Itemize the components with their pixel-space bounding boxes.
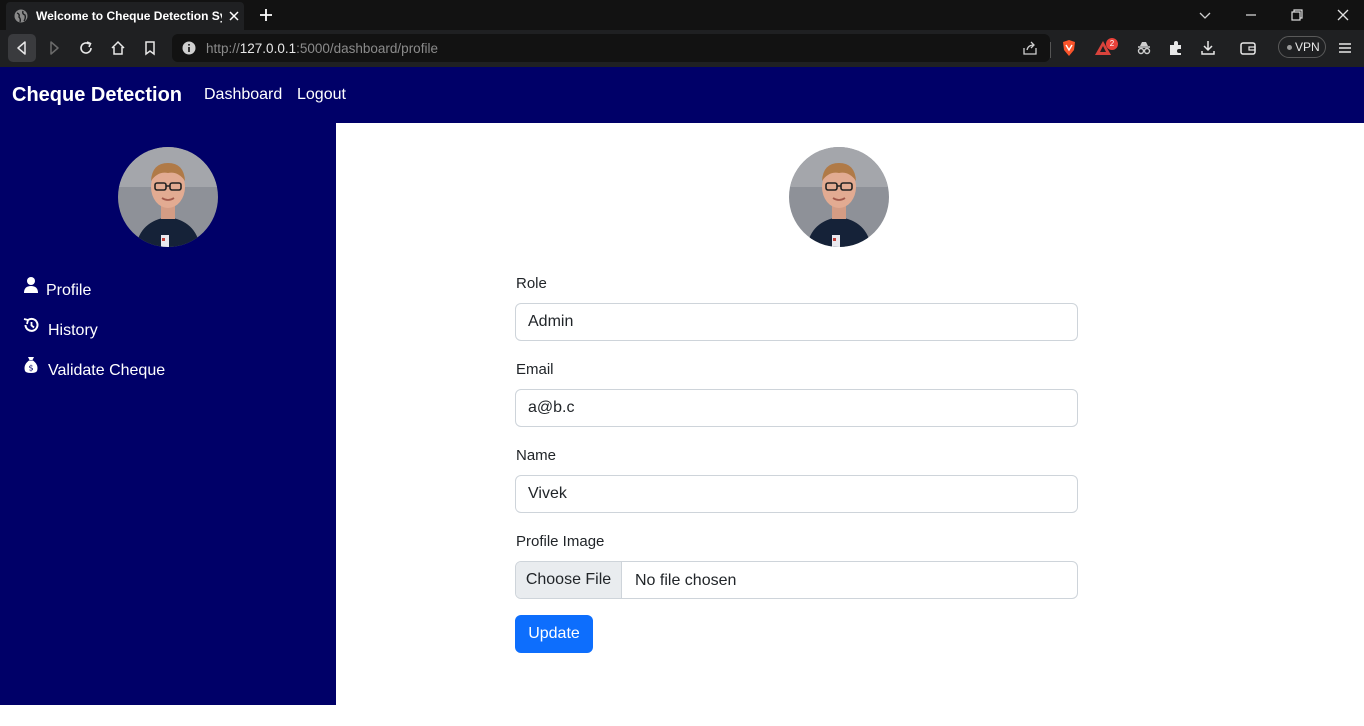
sidebar-item-history[interactable]: History xyxy=(22,317,302,342)
vpn-button[interactable]: VPN xyxy=(1278,36,1326,58)
url-path: :5000/dashboard/profile xyxy=(296,41,438,56)
address-bar-divider xyxy=(1050,42,1051,58)
brave-shields-icon[interactable] xyxy=(1060,39,1078,57)
url-text: http://127.0.0.1:5000/dashboard/profile xyxy=(206,41,438,56)
page-bottom-area xyxy=(0,705,1364,726)
browser-toolbar: http://127.0.0.1:5000/dashboard/profile … xyxy=(0,30,1364,67)
back-arrow-icon xyxy=(17,41,26,55)
sidebar: Profile History $ Validate Cheque xyxy=(0,123,336,705)
globe-icon xyxy=(14,9,28,23)
money-bag-icon: $ xyxy=(24,357,38,373)
site-info-icon[interactable] xyxy=(182,41,196,55)
vpn-status-dot xyxy=(1287,45,1292,50)
share-icon[interactable] xyxy=(1022,40,1038,56)
sidebar-item-label: History xyxy=(48,322,98,339)
name-field[interactable] xyxy=(515,475,1078,513)
sidebar-item-profile[interactable]: Profile xyxy=(22,277,302,302)
choose-file-button[interactable]: Choose File xyxy=(516,562,622,598)
sidebar-item-validate-cheque[interactable]: $ Validate Cheque xyxy=(22,357,302,382)
name-label: Name xyxy=(516,447,557,464)
download-icon[interactable] xyxy=(1199,39,1217,57)
email-field[interactable] xyxy=(515,389,1078,427)
sidebar-item-label: Profile xyxy=(46,282,92,299)
url-host: 127.0.0.1 xyxy=(239,41,297,56)
profile-avatar xyxy=(789,147,889,247)
browser-tab[interactable]: Welcome to Cheque Detection Sy xyxy=(6,2,244,30)
role-field[interactable] xyxy=(515,303,1078,341)
url-scheme: http:// xyxy=(206,41,240,56)
wallet-icon[interactable] xyxy=(1239,39,1257,57)
role-label: Role xyxy=(516,275,547,292)
extensions-icon[interactable] xyxy=(1167,39,1185,57)
forward-arrow-icon[interactable] xyxy=(45,39,63,57)
sidebar-item-label: Validate Cheque xyxy=(48,362,166,379)
back-button[interactable] xyxy=(8,34,36,62)
nav-link-logout[interactable]: Logout xyxy=(297,86,346,104)
incognito-icon[interactable] xyxy=(1135,39,1153,57)
close-window-icon[interactable] xyxy=(1334,6,1352,24)
browser-tab-bar: Welcome to Cheque Detection Sy xyxy=(0,0,1364,30)
rewards-count-badge: 2 xyxy=(1106,38,1118,50)
bookmark-icon[interactable] xyxy=(141,39,159,57)
address-bar[interactable]: http://127.0.0.1:5000/dashboard/profile … xyxy=(172,34,1118,62)
tab-list-chevron-icon[interactable] xyxy=(1196,6,1214,24)
update-button[interactable]: Update xyxy=(515,615,593,653)
profile-image-file-input[interactable]: Choose File No file chosen xyxy=(515,561,1078,599)
sidebar-avatar xyxy=(118,147,218,247)
history-icon xyxy=(23,317,39,332)
vpn-label: VPN xyxy=(1295,40,1320,54)
email-label: Email xyxy=(516,361,554,378)
new-tab-icon[interactable] xyxy=(257,6,275,24)
site-navbar: Cheque Detection Dashboard Logout xyxy=(0,67,1364,123)
minimize-icon[interactable] xyxy=(1242,6,1260,24)
svg-text:$: $ xyxy=(28,364,33,373)
close-tab-icon[interactable] xyxy=(227,9,241,23)
tab-title: Welcome to Cheque Detection Sy xyxy=(36,9,222,23)
restore-icon[interactable] xyxy=(1288,6,1306,24)
brand-link[interactable]: Cheque Detection xyxy=(12,84,182,107)
reload-icon[interactable] xyxy=(77,39,95,57)
file-status-text: No file chosen xyxy=(635,572,737,589)
user-icon xyxy=(24,277,38,293)
nav-link-dashboard[interactable]: Dashboard xyxy=(204,86,282,104)
menu-icon[interactable] xyxy=(1336,39,1354,57)
home-icon[interactable] xyxy=(109,39,127,57)
profile-image-label: Profile Image xyxy=(516,533,605,550)
